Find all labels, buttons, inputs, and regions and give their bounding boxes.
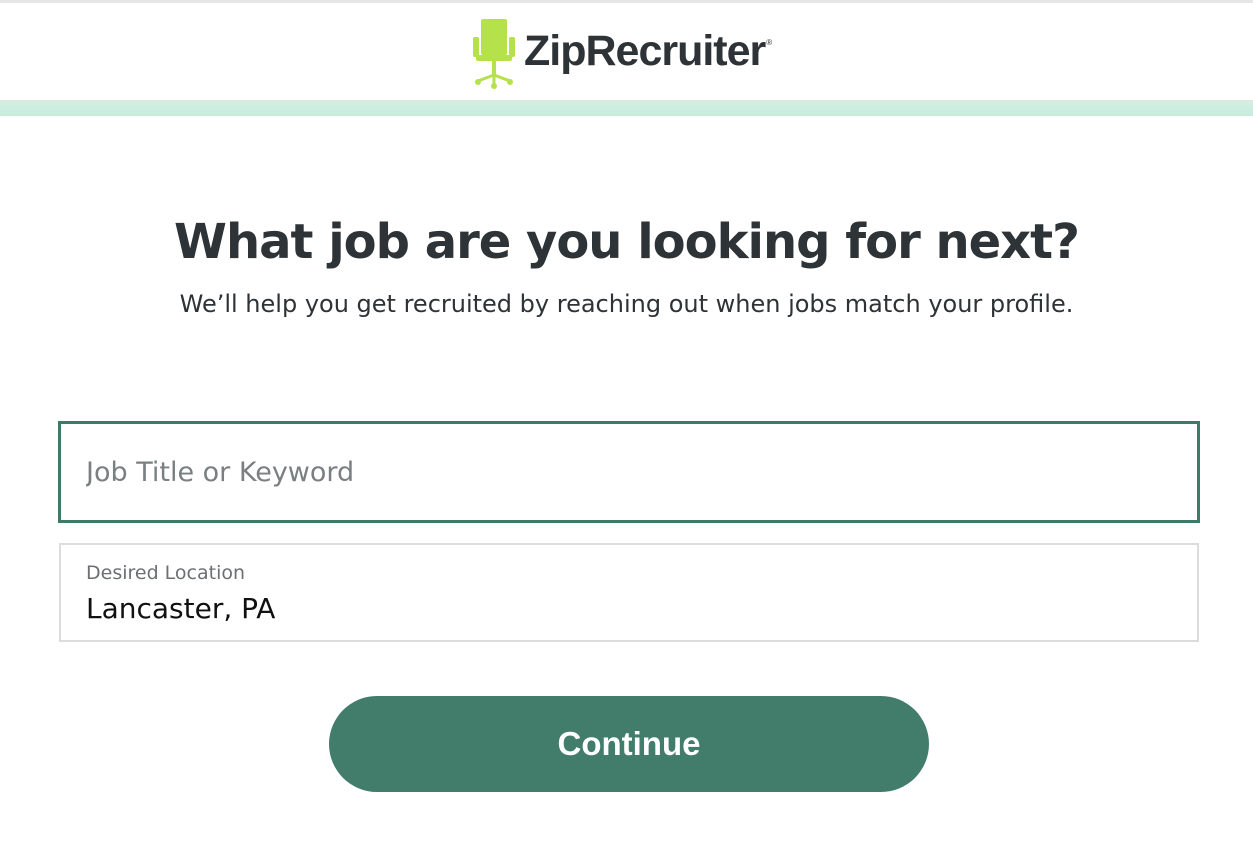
page-subtitle: We’ll help you get recruited by reaching… (179, 290, 1074, 318)
site-header: ZipRecruiter ® (0, 3, 1253, 101)
desired-location-label: Desired Location (86, 562, 246, 584)
office-chair-icon (473, 19, 515, 89)
logo-wordmark: ZipRecruiter (524, 26, 766, 75)
page-title: What job are you looking for next? (174, 214, 1080, 270)
continue-button[interactable]: Continue (329, 696, 929, 792)
desired-location-field: Desired Location (59, 543, 1199, 642)
desired-location-input[interactable] (86, 589, 1166, 627)
ziprecruiter-logo[interactable]: ZipRecruiter ® (472, 18, 772, 90)
job-title-input[interactable] (86, 424, 1166, 520)
registered-mark: ® (766, 38, 773, 47)
header-accent-bar (0, 101, 1253, 116)
job-title-field (58, 421, 1200, 523)
